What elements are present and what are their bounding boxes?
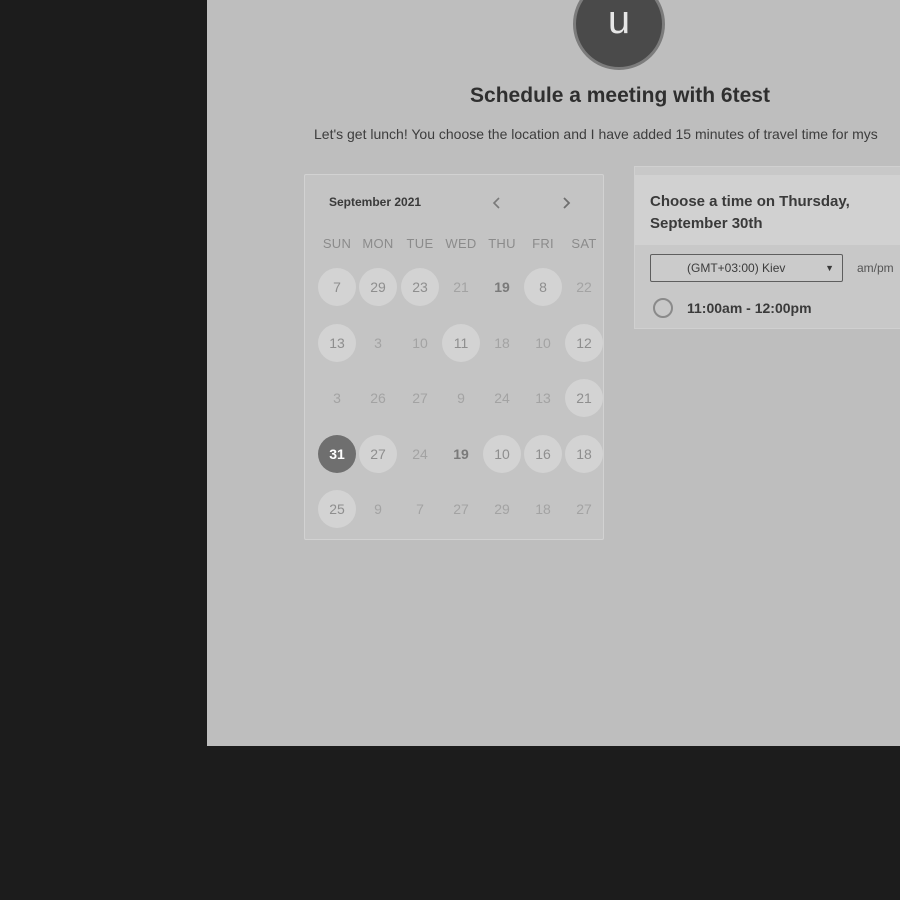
calendar-day: 13 — [535, 390, 551, 406]
calendar-day: 18 — [535, 501, 551, 517]
calendar-day-selected[interactable]: 31 — [318, 435, 356, 473]
calendar-day[interactable]: 7 — [318, 268, 356, 306]
chevron-right-icon[interactable] — [557, 195, 575, 215]
time-selection-panel: Choose a time on Thursday, September 30t… — [634, 166, 900, 329]
time-panel-title: Choose a time on Thursday, September 30t… — [650, 193, 850, 232]
calendar-day: 7 — [416, 501, 424, 517]
weekday-label: MON — [362, 236, 394, 251]
calendar-day: 18 — [494, 335, 510, 351]
page-title: Schedule a meeting with 6test — [470, 84, 770, 107]
calendar-day[interactable]: 21 — [565, 379, 603, 417]
calendar-day[interactable]: 16 — [524, 435, 562, 473]
time-slot-label: 11:00am - 12:00pm — [687, 300, 812, 316]
calendar-day: 3 — [333, 390, 341, 406]
calendar-day[interactable]: 8 — [524, 268, 562, 306]
calendar-day[interactable]: 11 — [442, 324, 480, 362]
calendar-day: 19 — [453, 446, 469, 462]
calendar-day: 27 — [576, 501, 592, 517]
caret-down-icon: ▼ — [825, 263, 834, 273]
calendar-day: 24 — [412, 446, 428, 462]
calendar-day[interactable]: 18 — [565, 435, 603, 473]
avatar-letter: u — [607, 0, 631, 42]
chevron-left-icon[interactable] — [488, 195, 506, 215]
time-slot[interactable]: 11:00am - 12:00pm — [643, 291, 900, 325]
time-panel-header: Choose a time on Thursday, September 30t… — [635, 175, 900, 245]
calendar-day[interactable]: 10 — [483, 435, 521, 473]
weekday-label: SAT — [571, 236, 597, 251]
calendar-day[interactable]: 25 — [318, 490, 356, 528]
calendar-day: 3 — [374, 335, 382, 351]
calendar-day: 19 — [494, 279, 510, 295]
calendar-day: 27 — [412, 390, 428, 406]
calendar: September 2021 SUN MON TUE WED THU FRI SAT 7 29… — [304, 174, 604, 540]
calendar-day: 24 — [494, 390, 510, 406]
calendar-day[interactable]: 23 — [401, 268, 439, 306]
calendar-day: 9 — [374, 501, 382, 517]
weekday-label: THU — [488, 236, 516, 251]
calendar-day: 29 — [494, 501, 510, 517]
calendar-day: 21 — [453, 279, 469, 295]
meeting-description: Let's get lunch! You choose the location… — [314, 126, 878, 142]
calendar-day[interactable]: 27 — [359, 435, 397, 473]
calendar-month-label: September 2021 — [329, 195, 422, 209]
calendar-day[interactable]: 13 — [318, 324, 356, 362]
calendar-day: 10 — [412, 335, 428, 351]
avatar: u — [573, 0, 665, 70]
calendar-day: 10 — [535, 335, 551, 351]
calendar-day: 27 — [453, 501, 469, 517]
weekday-label: WED — [445, 236, 477, 251]
weekday-label: TUE — [406, 236, 434, 251]
calendar-day: 22 — [576, 279, 592, 295]
timezone-value: (GMT+03:00) Kiev — [687, 261, 786, 275]
time-format-toggle[interactable]: am/pm — [857, 261, 894, 275]
booking-page: u Schedule a meeting with 6test Let's ge… — [207, 0, 900, 746]
weekday-label: FRI — [532, 236, 554, 251]
calendar-day: 26 — [370, 390, 386, 406]
calendar-day[interactable]: 12 — [565, 324, 603, 362]
calendar-day[interactable]: 29 — [359, 268, 397, 306]
weekday-label: SUN — [322, 236, 352, 251]
calendar-day: 9 — [457, 390, 465, 406]
radio-icon[interactable] — [653, 298, 673, 318]
timezone-select[interactable]: (GMT+03:00) Kiev ▼ — [650, 254, 843, 282]
